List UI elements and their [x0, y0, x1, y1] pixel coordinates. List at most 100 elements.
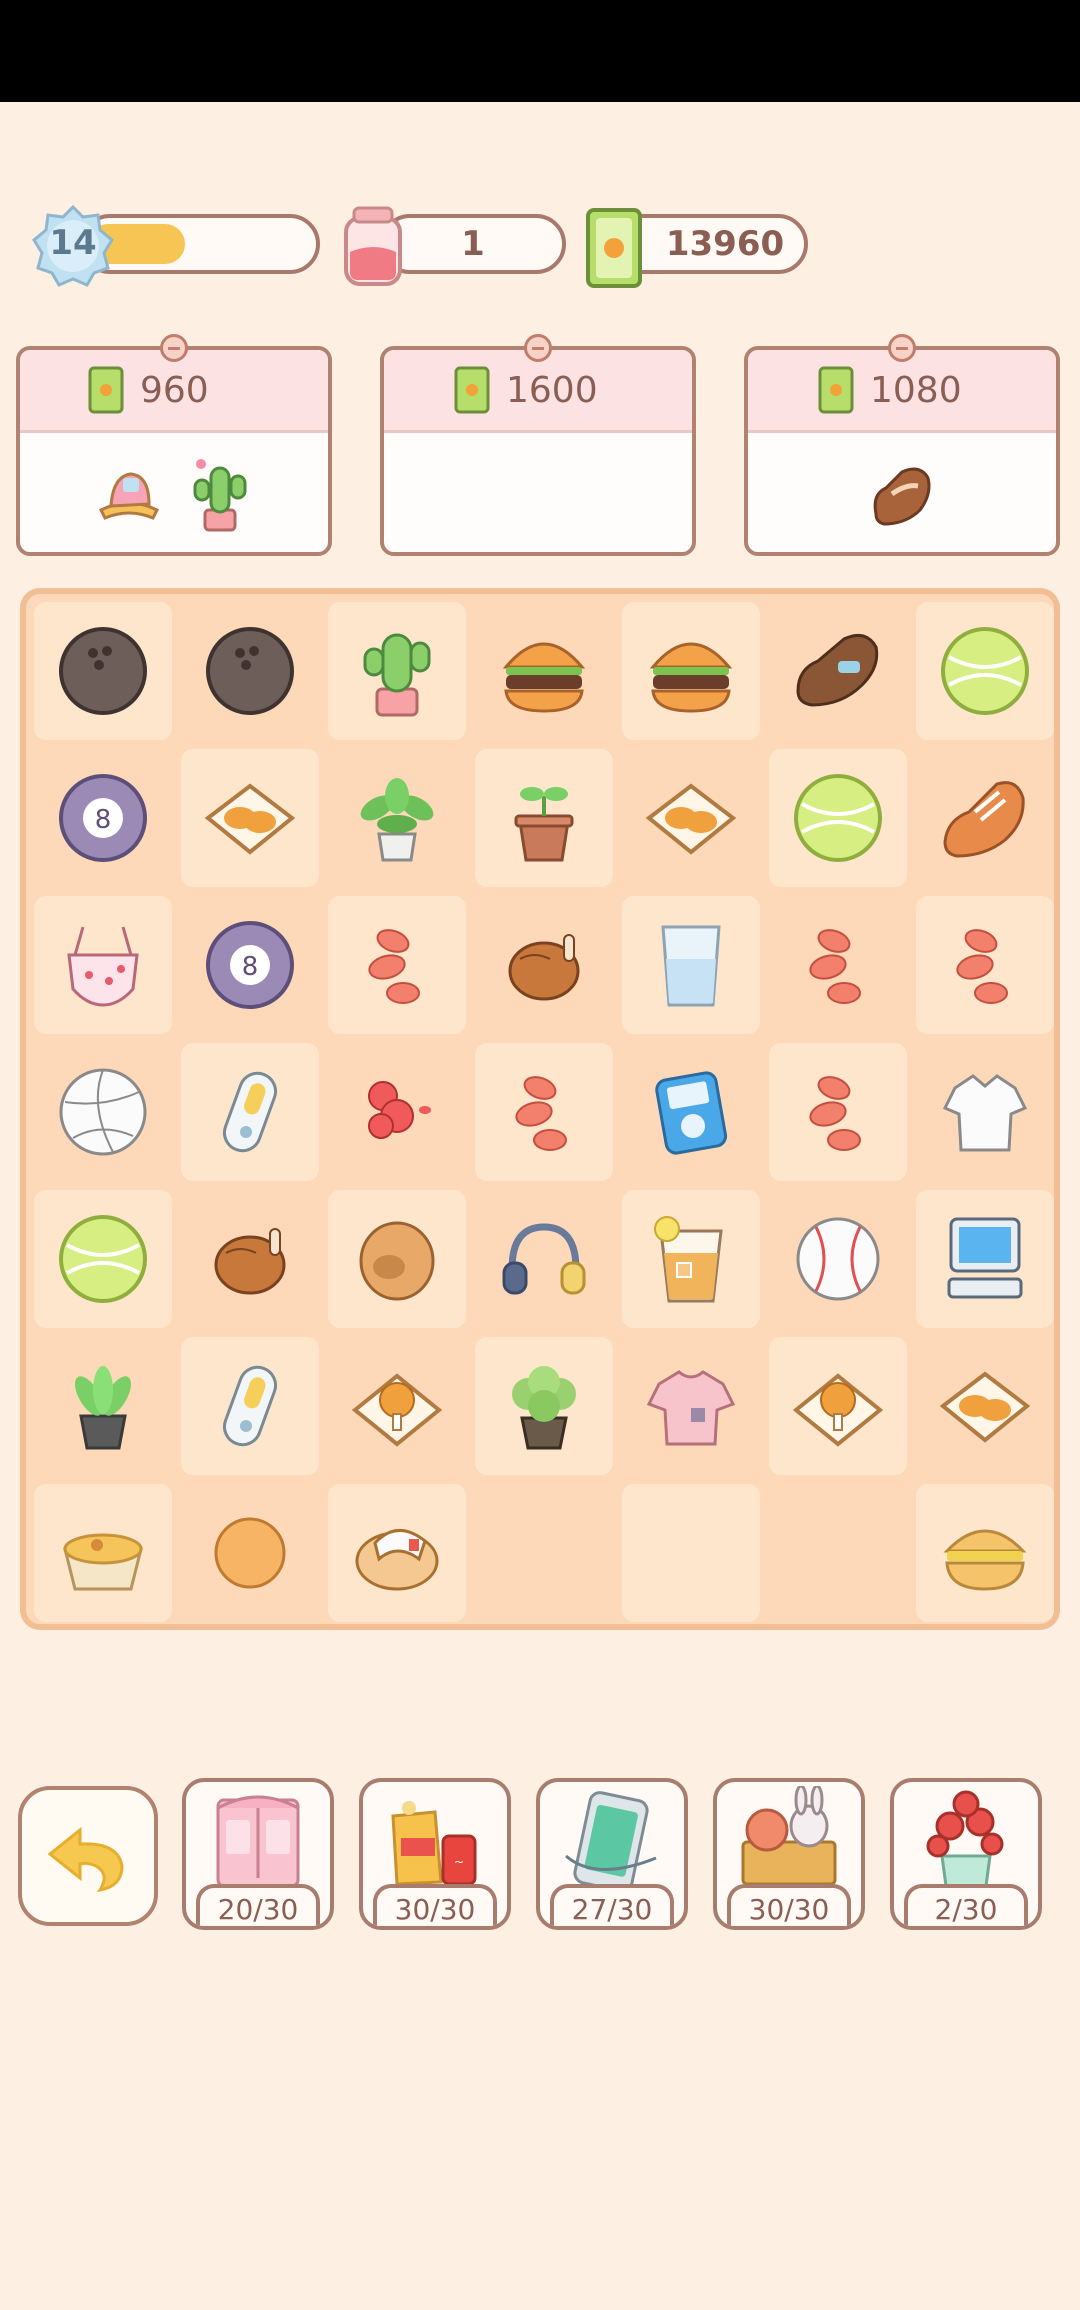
computer-icon[interactable] [935, 1209, 1035, 1309]
volleyball-icon[interactable] [53, 1062, 153, 1162]
mp3-player-icon[interactable] [200, 1356, 300, 1456]
ping-pong-ball-icon[interactable] [200, 1503, 300, 1603]
eight-ball-icon[interactable]: 8 [53, 768, 153, 868]
fried-chicken-tray-icon[interactable] [788, 1356, 888, 1456]
collection-phone[interactable]: 27/30 [536, 1778, 688, 1930]
board-cell[interactable] [475, 749, 613, 887]
board-cell[interactable]: 8 [34, 749, 172, 887]
board-cell[interactable] [34, 1484, 172, 1622]
sweet-potato-icon[interactable] [347, 915, 447, 1015]
mp3-player-icon[interactable] [200, 1062, 300, 1162]
iced-drink-icon[interactable] [641, 1209, 741, 1309]
collection-wardrobe[interactable]: 20/30 [182, 1778, 334, 1930]
board-cell[interactable] [181, 749, 319, 887]
board-cell[interactable] [181, 1484, 319, 1622]
white-shirt-icon[interactable] [935, 1062, 1035, 1162]
succulent-icon[interactable] [53, 1356, 153, 1456]
board-cell[interactable] [769, 1337, 907, 1475]
board-cell[interactable] [622, 1484, 760, 1622]
collection-flowers[interactable]: 2/30 [890, 1778, 1042, 1930]
board-cell[interactable] [769, 896, 907, 1034]
board-cell[interactable] [622, 896, 760, 1034]
roast-chicken-icon[interactable] [200, 1209, 300, 1309]
board-cell[interactable] [475, 896, 613, 1034]
burger-icon[interactable] [494, 621, 594, 721]
cheeseburger-icon[interactable] [935, 1503, 1035, 1603]
tennis-ball-icon[interactable] [53, 1209, 153, 1309]
board-cell[interactable] [34, 1043, 172, 1181]
order-card-2[interactable]: 1600 [380, 334, 696, 556]
sweet-potato-icon[interactable] [935, 915, 1035, 1015]
board-cell[interactable] [475, 1337, 613, 1475]
swimsuit-icon[interactable] [53, 915, 153, 1015]
board-cell[interactable] [916, 896, 1054, 1034]
board-cell[interactable] [181, 1043, 319, 1181]
board-cell[interactable] [181, 1190, 319, 1328]
order-card-1[interactable]: 960 [16, 334, 332, 556]
bowling-ball-icon[interactable] [200, 621, 300, 721]
board-cell[interactable] [769, 1190, 907, 1328]
raspberry-cluster-icon[interactable] [347, 1062, 447, 1162]
baseball-icon[interactable] [788, 1209, 888, 1309]
board-cell[interactable] [328, 1043, 466, 1181]
board-cell[interactable] [622, 749, 760, 887]
board-cell[interactable] [475, 1043, 613, 1181]
seedling-icon[interactable] [494, 768, 594, 868]
board-cell[interactable] [328, 1190, 466, 1328]
board-cell[interactable] [181, 602, 319, 740]
egg-tart-icon[interactable] [53, 1503, 153, 1603]
water-glass-icon[interactable] [641, 915, 741, 1015]
board-cell[interactable] [622, 1337, 760, 1475]
fried-food-tray-icon[interactable] [641, 768, 741, 868]
board-cell[interactable] [475, 1190, 613, 1328]
headphones-icon[interactable] [494, 1209, 594, 1309]
fried-food-tray-icon[interactable] [200, 768, 300, 868]
back-button[interactable] [18, 1786, 158, 1926]
board-cell[interactable] [34, 1190, 172, 1328]
board-cell[interactable] [769, 602, 907, 740]
sweet-potato-icon[interactable] [788, 915, 888, 1015]
roast-chicken-icon[interactable] [494, 915, 594, 1015]
sweet-potato-icon[interactable] [494, 1062, 594, 1162]
board-cell[interactable] [328, 1484, 466, 1622]
bowling-ball-icon[interactable] [53, 621, 153, 721]
board-cell[interactable] [181, 1337, 319, 1475]
slipper-icon[interactable] [347, 1503, 447, 1603]
tennis-ball-icon[interactable] [935, 621, 1035, 721]
board-cell[interactable] [475, 1484, 613, 1622]
board-cell[interactable] [916, 1337, 1054, 1475]
board-cell[interactable] [916, 602, 1054, 740]
pink-tshirt-icon[interactable] [641, 1356, 741, 1456]
cactus-icon[interactable] [347, 621, 447, 721]
tennis-ball-icon[interactable] [788, 768, 888, 868]
board-cell[interactable] [475, 602, 613, 740]
board-cell[interactable] [769, 1484, 907, 1622]
potted-plant-icon[interactable] [347, 768, 447, 868]
level-badge[interactable]: 14 [32, 204, 114, 287]
sneaker-icon[interactable] [935, 768, 1035, 868]
board-cell[interactable] [328, 749, 466, 887]
loafer-icon[interactable] [788, 621, 888, 721]
sweet-potato-icon[interactable] [788, 1062, 888, 1162]
ipod-icon[interactable] [641, 1062, 741, 1162]
board-cell[interactable] [622, 1043, 760, 1181]
collection-snacks[interactable]: ~ 30/30 [359, 1778, 511, 1930]
board-cell[interactable] [769, 749, 907, 887]
fried-chicken-tray-icon[interactable] [347, 1356, 447, 1456]
board-cell[interactable] [34, 1337, 172, 1475]
board-cell[interactable] [622, 602, 760, 740]
board-cell[interactable] [916, 1043, 1054, 1181]
board-cell[interactable] [769, 1043, 907, 1181]
board-cell[interactable]: 8 [181, 896, 319, 1034]
order-card-3[interactable]: 1080 [744, 334, 1060, 556]
board-cell[interactable] [916, 1484, 1054, 1622]
clog-icon[interactable] [347, 1209, 447, 1309]
board-cell[interactable] [34, 896, 172, 1034]
board-cell[interactable] [622, 1190, 760, 1328]
board-cell[interactable] [328, 1337, 466, 1475]
board-cell[interactable] [916, 749, 1054, 887]
board-cell[interactable] [328, 602, 466, 740]
collection-toy-box[interactable]: 30/30 [713, 1778, 865, 1930]
fried-food-tray-icon[interactable] [935, 1356, 1035, 1456]
eight-ball-icon[interactable]: 8 [200, 915, 300, 1015]
